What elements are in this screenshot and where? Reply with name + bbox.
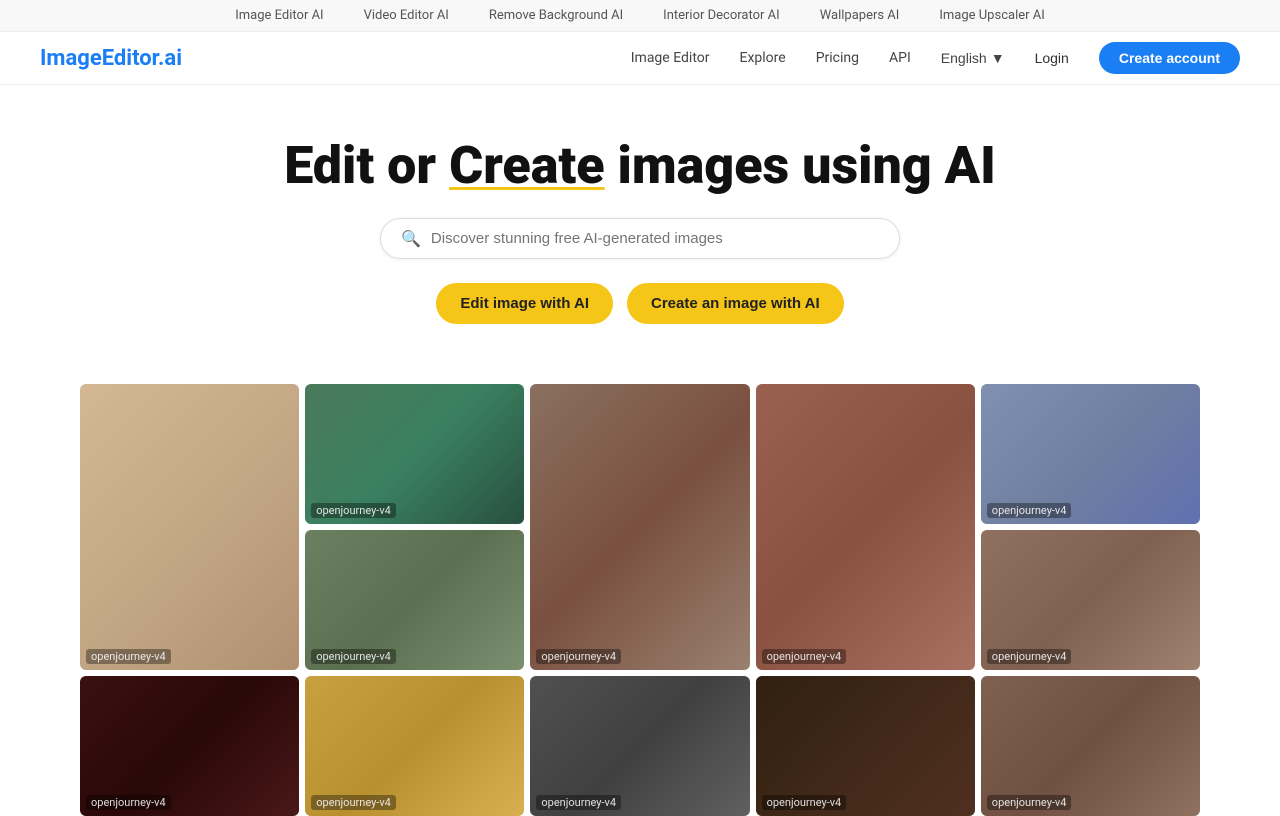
gallery-item-label: openjourney-v4 (987, 795, 1072, 810)
top-bar: Image Editor AI Video Editor AI Remove B… (0, 0, 1280, 32)
hero-title-part2: images using AI (605, 135, 996, 196)
language-selector[interactable]: English ▼ (941, 50, 1005, 66)
gallery-item[interactable]: openjourney-v4 (305, 384, 524, 524)
gallery-item[interactable]: openjourney-v4 (981, 530, 1200, 670)
nav-api[interactable]: API (889, 50, 911, 66)
login-button[interactable]: Login (1035, 50, 1069, 66)
gallery-item-label: openjourney-v4 (762, 795, 847, 810)
cta-row: Edit image with AI Create an image with … (20, 283, 1260, 324)
topbar-link-interior[interactable]: Interior Decorator AI (663, 8, 780, 23)
gallery-item-label: openjourney-v4 (987, 503, 1072, 518)
main-nav: ImageEditor.ai Image Editor Explore Pric… (0, 32, 1280, 85)
hero-title: Edit or Create images using AI (20, 135, 1260, 196)
gallery-item[interactable]: openjourney-v4 (305, 530, 524, 670)
topbar-link-remove-bg[interactable]: Remove Background AI (489, 8, 623, 23)
gallery-item-label: openjourney-v4 (311, 795, 396, 810)
gallery-item-label: openjourney-v4 (987, 649, 1072, 664)
gallery-item-label: openjourney-v4 (762, 649, 847, 664)
gallery-item-label: openjourney-v4 (86, 649, 171, 664)
nav-explore[interactable]: Explore (740, 50, 786, 66)
search-input[interactable] (431, 230, 879, 247)
gallery: openjourney-v4 openjourney-v4 openjourney-… (0, 384, 1280, 816)
gallery-item[interactable]: openjourney-v4 (981, 384, 1200, 524)
gallery-item[interactable]: openjourney-v4 (305, 676, 524, 816)
gallery-item-label: openjourney-v4 (86, 795, 171, 810)
nav-image-editor[interactable]: Image Editor (631, 50, 710, 66)
topbar-link-upscaler[interactable]: Image Upscaler AI (939, 8, 1044, 23)
gallery-item[interactable]: openjourney-v4 (80, 676, 299, 816)
search-icon: 🔍 (401, 229, 421, 248)
gallery-item[interactable]: openjourney-v4 (80, 384, 299, 670)
hero-section: Edit or Create images using AI 🔍 Edit im… (0, 85, 1280, 384)
gallery-item[interactable]: openjourney-v4 (981, 676, 1200, 816)
search-bar: 🔍 (380, 218, 900, 259)
hero-title-part1: Edit or (284, 135, 449, 196)
gallery-item-label: openjourney-v4 (536, 649, 621, 664)
gallery-item[interactable]: openjourney-v4 (756, 676, 975, 816)
nav-pricing[interactable]: Pricing (816, 50, 859, 66)
gallery-item-label: openjourney-v4 (536, 795, 621, 810)
gallery-item-label: openjourney-v4 (311, 503, 396, 518)
hero-title-create: Create (449, 135, 605, 196)
chevron-down-icon: ▼ (991, 50, 1005, 66)
gallery-item[interactable]: openjourney-v4 (530, 676, 749, 816)
topbar-link-video-editor[interactable]: Video Editor AI (364, 8, 449, 23)
topbar-link-wallpapers[interactable]: Wallpapers AI (820, 8, 900, 23)
logo[interactable]: ImageEditor.ai (40, 46, 182, 71)
edit-image-button[interactable]: Edit image with AI (436, 283, 613, 324)
create-image-button[interactable]: Create an image with AI (627, 283, 844, 324)
topbar-link-image-editor[interactable]: Image Editor AI (235, 8, 323, 23)
gallery-item[interactable]: openjourney-v4 (530, 384, 749, 670)
gallery-item[interactable]: openjourney-v4 (756, 384, 975, 670)
create-account-button[interactable]: Create account (1099, 42, 1240, 74)
gallery-item-label: openjourney-v4 (311, 649, 396, 664)
